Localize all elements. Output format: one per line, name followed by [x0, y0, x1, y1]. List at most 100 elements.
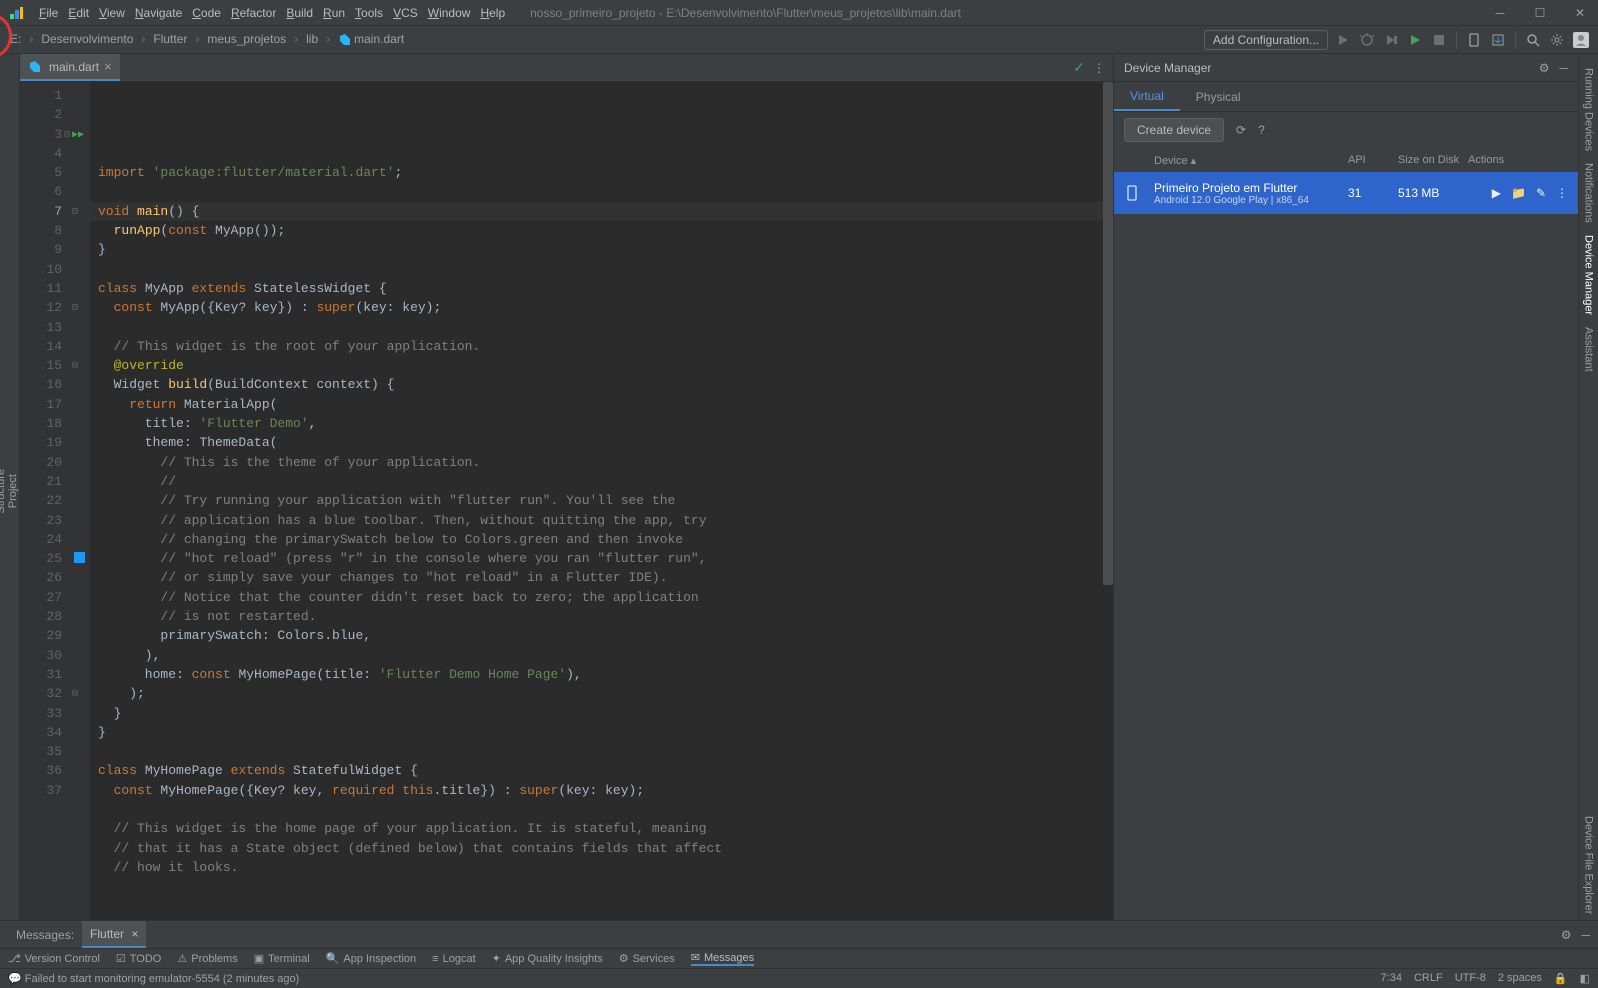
menu-run[interactable]: Run [318, 6, 350, 20]
device-table-header: Device ▴ API Size on Disk Actions [1114, 148, 1578, 172]
device-manager-title: Device Manager [1124, 61, 1211, 75]
more-icon[interactable]: ⋮ [1556, 186, 1568, 200]
device-manager-button[interactable]: Device Manager [1583, 229, 1595, 321]
editor-body[interactable]: 1234567891011121314151617181920212223242… [20, 82, 1113, 920]
breadcrumb-item[interactable]: Desenvolvimento [39, 32, 135, 46]
notifications-button[interactable]: Notifications [1583, 157, 1595, 229]
breadcrumb-item[interactable]: meus_projetos [205, 32, 288, 46]
col-device[interactable]: Device ▴ [1124, 154, 1348, 167]
minimize-icon[interactable]: ─ [1490, 6, 1510, 20]
status-msg-icon: 💬 [8, 972, 22, 985]
chevron-right-icon: › [193, 32, 201, 46]
tool-app-inspection[interactable]: 🔍App Inspection [326, 952, 416, 965]
sdk-icon[interactable] [1489, 31, 1507, 49]
help-icon[interactable]: ? [1258, 123, 1265, 137]
device-icon[interactable] [1465, 31, 1483, 49]
run-icon[interactable] [1334, 31, 1352, 49]
tab-virtual[interactable]: Virtual [1114, 82, 1180, 111]
status-readonly-icon[interactable]: 🔒 [1554, 972, 1568, 985]
tool-todo[interactable]: ☑TODO [116, 952, 161, 965]
tool-terminal[interactable]: ▣Terminal [254, 952, 310, 965]
tool-app-quality-insights[interactable]: ✦App Quality Insights [492, 952, 603, 965]
maximize-icon[interactable]: ☐ [1530, 6, 1550, 20]
status-time: 7:34 [1381, 972, 1402, 985]
profile-icon[interactable] [1406, 31, 1424, 49]
chevron-right-icon: › [139, 32, 147, 46]
structure-panel-button[interactable]: Structure [0, 463, 7, 520]
right-tool-strip: Running Devices Notifications Device Man… [1578, 54, 1598, 920]
chevron-right-icon: › [27, 32, 35, 46]
menu-refactor[interactable]: Refactor [226, 6, 281, 20]
edit-icon[interactable]: ✎ [1536, 186, 1546, 200]
bottom-pane-tabs: Messages: Flutter × ⚙ ─ [0, 920, 1598, 948]
status-encoding[interactable]: UTF-8 [1455, 972, 1486, 985]
coverage-icon[interactable] [1382, 31, 1400, 49]
status-line-ending[interactable]: CRLF [1414, 972, 1443, 985]
breadcrumb-item[interactable]: E: [8, 32, 23, 46]
chevron-right-icon: › [292, 32, 300, 46]
settings-icon[interactable] [1548, 31, 1566, 49]
create-device-button[interactable]: Create device [1124, 118, 1224, 142]
code-area[interactable]: import 'package:flutter/material.dart'; … [90, 82, 1113, 920]
menu-code[interactable]: Code [187, 6, 226, 20]
status-indent[interactable]: 2 spaces [1498, 972, 1542, 985]
menu-build[interactable]: Build [281, 6, 318, 20]
project-panel-button[interactable]: Project [7, 468, 19, 514]
device-manager-toolbar: Create device ⟳ ? [1114, 112, 1578, 148]
menu-edit[interactable]: Edit [63, 6, 94, 20]
close-icon[interactable]: ✕ [1570, 6, 1590, 20]
breadcrumb-item[interactable]: Flutter [151, 32, 189, 46]
col-size[interactable]: Size on Disk [1398, 154, 1468, 166]
flutter-tab[interactable]: Flutter × [82, 921, 146, 948]
editor-tab-main[interactable]: main.dart × [20, 54, 120, 81]
launch-icon[interactable]: ▶ [1492, 186, 1501, 200]
stop-icon[interactable] [1430, 31, 1448, 49]
messages-tab[interactable]: Messages: [8, 921, 82, 948]
breadcrumb-item[interactable]: main.dart [336, 32, 406, 47]
dm-settings-icon[interactable]: ⚙ [1539, 61, 1550, 75]
folder-icon[interactable]: 📁 [1511, 186, 1526, 200]
tool-services[interactable]: ⚙Services [619, 952, 675, 965]
debug-icon[interactable] [1358, 31, 1376, 49]
tool-problems[interactable]: ⚠Problems [177, 952, 237, 965]
search-icon[interactable] [1524, 31, 1542, 49]
close-tab-icon[interactable]: × [104, 59, 112, 74]
assistant-button[interactable]: Assistant [1583, 321, 1595, 378]
window-controls: ─ ☐ ✕ [1490, 6, 1590, 20]
bp-settings-icon[interactable]: ⚙ [1561, 928, 1572, 942]
menu-help[interactable]: Help [475, 6, 510, 20]
tool-version-control[interactable]: ⎇Version Control [8, 952, 100, 965]
menu-navigate[interactable]: Navigate [130, 6, 187, 20]
refresh-icon[interactable]: ⟳ [1236, 123, 1246, 137]
analysis-ok-icon[interactable]: ✓ [1073, 59, 1085, 76]
status-ide-icon[interactable]: ◧ [1580, 972, 1590, 985]
menu-view[interactable]: View [94, 6, 130, 20]
editor-pane: main.dart × ✓ ⋮ 123456789101112131415161… [20, 54, 1113, 920]
device-phone-icon [1124, 185, 1148, 201]
editor-tab-label: main.dart [49, 60, 99, 74]
device-api: 31 [1348, 186, 1398, 200]
add-configuration-button[interactable]: Add Configuration... [1204, 30, 1328, 50]
device-actions: ▶ 📁 ✎ ⋮ [1468, 186, 1568, 200]
menu-window[interactable]: Window [423, 6, 476, 20]
menu-file[interactable]: File [34, 6, 63, 20]
device-row[interactable]: Primeiro Projeto em Flutter Android 12.0… [1114, 172, 1578, 214]
bp-hide-icon[interactable]: ─ [1581, 928, 1590, 942]
chevron-right-icon: › [324, 32, 332, 46]
tool-logcat[interactable]: ≡Logcat [432, 953, 475, 965]
col-api[interactable]: API [1348, 154, 1398, 166]
file-explorer-button[interactable]: Device File Explorer [1583, 810, 1595, 920]
running-devices-button[interactable]: Running Devices [1583, 62, 1595, 157]
editor-more-icon[interactable]: ⋮ [1093, 61, 1105, 75]
menu-tools[interactable]: Tools [350, 6, 388, 20]
dm-minimize-icon[interactable]: ─ [1559, 61, 1568, 75]
menu-vcs[interactable]: VCS [388, 6, 423, 20]
device-size: 513 MB [1398, 186, 1468, 200]
tool-messages[interactable]: ✉Messages [691, 951, 754, 966]
avatar-icon[interactable] [1572, 31, 1590, 49]
main-menu: FileEditViewNavigateCodeRefactorBuildRun… [34, 6, 510, 20]
toolbar-actions: Add Configuration... [1204, 30, 1590, 50]
editor-tabs: main.dart × ✓ ⋮ [20, 54, 1113, 82]
breadcrumb-item[interactable]: lib [304, 32, 320, 46]
tab-physical[interactable]: Physical [1180, 82, 1257, 111]
